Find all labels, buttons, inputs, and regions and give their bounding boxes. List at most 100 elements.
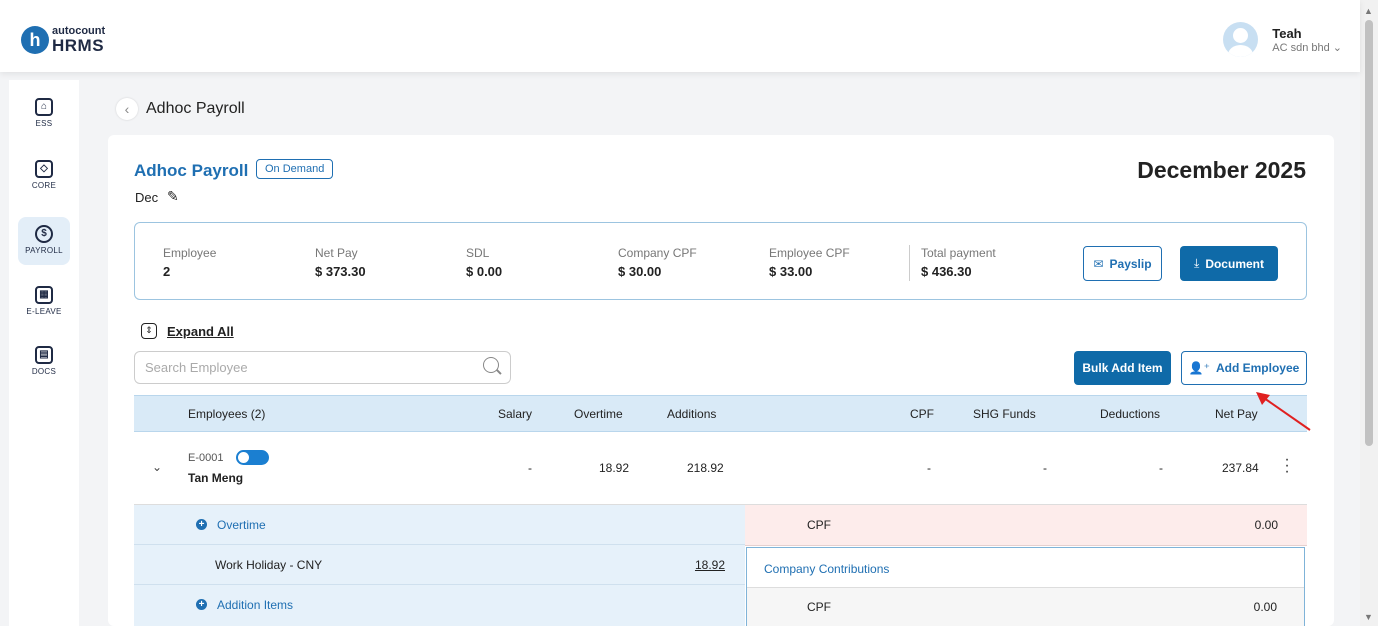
column-header-deductions[interactable]: Deductions	[1100, 407, 1160, 421]
payroll-title: Adhoc Payroll	[134, 161, 249, 180]
bulk-add-item-button[interactable]: Bulk Add Item	[1074, 351, 1171, 385]
cpf-cell: -	[927, 461, 931, 475]
summary-employee-cpf: Employee CPF $ 33.00	[769, 246, 850, 279]
plus-icon[interactable]: +	[196, 599, 207, 610]
search-input[interactable]	[134, 351, 511, 384]
company-contributions-header: Company Contributions	[747, 548, 1304, 588]
overtime-section[interactable]: + Overtime	[134, 505, 745, 545]
summary-value: $ 373.30	[315, 264, 366, 279]
company-cpf-value: 0.00	[1253, 600, 1277, 614]
summary-employee: Employee 2	[163, 246, 216, 279]
expand-icon: ⇕	[141, 323, 157, 339]
payroll-period: December 2025	[1137, 157, 1306, 183]
expand-all-toggle[interactable]: ⇕ Expand All	[141, 323, 234, 339]
sidebar-item-label: ESS	[35, 119, 53, 128]
sidebar-item-eleave[interactable]: ▦ E-LEAVE	[18, 278, 70, 326]
payroll-subtitle: Dec	[135, 190, 159, 205]
overtime-section-label: Overtime	[217, 518, 266, 532]
employee-cpf-row: CPF 0.00	[745, 505, 1307, 546]
column-header-overtime[interactable]: Overtime	[574, 407, 623, 421]
chevron-down-icon[interactable]: ⌄	[152, 460, 162, 474]
sidebar: ⌂ ESS ◇ CORE $ PAYROLL ▦ E-LEAVE ▤ DOCS	[9, 80, 79, 626]
addition-items-label: Addition Items	[217, 598, 294, 612]
calendar-icon: ▦	[35, 286, 53, 304]
core-icon: ◇	[35, 160, 53, 178]
company-name: AC sdn bhd	[1272, 41, 1330, 54]
employee-name: Tan Meng	[188, 471, 244, 485]
scroll-up-icon[interactable]: ▲	[1364, 6, 1373, 16]
sidebar-item-payroll[interactable]: $ PAYROLL	[18, 217, 70, 265]
sidebar-item-docs[interactable]: ▤ DOCS	[18, 338, 70, 386]
docs-icon: ▤	[35, 346, 53, 364]
summary-label: Company CPF	[618, 246, 697, 260]
overtime-item-name: Work Holiday - CNY	[215, 558, 323, 572]
company-contributions-label: Company Contributions	[764, 562, 890, 576]
payslip-label: Payslip	[1109, 256, 1152, 271]
document-label: Document	[1205, 256, 1264, 271]
page-title: Adhoc Payroll	[146, 100, 245, 117]
column-header-cpf[interactable]: CPF	[910, 407, 934, 421]
page-scrollbar[interactable]: ▲ ▼	[1360, 0, 1378, 626]
ess-icon: ⌂	[35, 98, 53, 116]
add-user-icon: 👤⁺	[1188, 361, 1210, 375]
plus-icon[interactable]: +	[196, 519, 207, 530]
employee-code: E-0001	[188, 452, 224, 464]
logo-icon: h	[21, 26, 49, 54]
avatar[interactable]	[1223, 22, 1259, 57]
net-pay-cell: 237.84	[1222, 461, 1259, 475]
user-company[interactable]: AC sdn bhd ⌄	[1272, 41, 1342, 54]
cpf-label: CPF	[807, 518, 831, 532]
column-header-employees[interactable]: Employees (2)	[188, 407, 265, 421]
top-bar: h autocount HRMS Teah AC sdn bhd ⌄	[0, 0, 1360, 72]
payslip-button[interactable]: ✉ Payslip	[1083, 246, 1162, 281]
pencil-icon[interactable]: ✎	[167, 188, 179, 205]
breadcrumb: ‹ Adhoc Payroll	[116, 98, 245, 120]
search-icon[interactable]	[483, 357, 499, 373]
summary-total-payment: Total payment $ 436.30	[921, 246, 996, 279]
addition-items-section[interactable]: + Addition Items	[134, 585, 745, 625]
summary-panel: Employee 2 Net Pay $ 373.30 SDL $ 0.00 C…	[134, 222, 1307, 300]
sidebar-item-ess[interactable]: ⌂ ESS	[18, 90, 70, 138]
deductions-cell: -	[1159, 461, 1163, 475]
table-header: Employees (2) Salary Overtime Additions …	[134, 395, 1307, 432]
overtime-item-value[interactable]: 18.92	[695, 558, 725, 572]
document-button[interactable]: ⤓ Document	[1180, 246, 1278, 281]
sidebar-item-core[interactable]: ◇ CORE	[18, 152, 70, 200]
contributions-detail: CPF 0.00 Company Contributions CPF 0.00	[745, 505, 1307, 626]
app-logo[interactable]: h autocount HRMS	[21, 26, 105, 54]
user-name: Teah	[1272, 25, 1302, 41]
more-options-icon[interactable]: · · ·	[1284, 452, 1290, 480]
scroll-thumb[interactable]	[1365, 20, 1373, 446]
table-row[interactable]: ⌄ E-0001 Tan Meng - 18.92 218.92 - - - 2…	[134, 432, 1307, 505]
mail-icon: ✉	[1093, 256, 1104, 271]
sidebar-item-label: PAYROLL	[25, 246, 63, 255]
summary-sdl: SDL $ 0.00	[466, 246, 502, 279]
logo-bottom-text: HRMS	[52, 36, 105, 55]
divider	[909, 245, 910, 281]
summary-value: $ 0.00	[466, 264, 503, 279]
user-menu[interactable]: Teah AC sdn bhd ⌄	[1223, 22, 1342, 57]
add-employee-label: Add Employee	[1215, 361, 1300, 375]
company-cpf-row: CPF 0.00	[747, 588, 1304, 626]
summary-label: Employee	[163, 246, 217, 260]
column-header-additions[interactable]: Additions	[667, 407, 716, 421]
expand-all-label: Expand All	[167, 323, 234, 339]
scroll-down-icon[interactable]: ▼	[1364, 612, 1373, 622]
list-item: Work Holiday - CNY 18.92	[134, 545, 745, 585]
add-employee-button[interactable]: 👤⁺ Add Employee	[1181, 351, 1307, 385]
earnings-detail: + Overtime Work Holiday - CNY 18.92 + Ad…	[134, 505, 745, 626]
back-button[interactable]: ‹	[116, 98, 138, 120]
column-header-salary[interactable]: Salary	[498, 407, 532, 421]
status-badge: On Demand	[256, 159, 334, 179]
bulk-add-label: Bulk Add Item	[1082, 361, 1163, 375]
download-icon: ⤓	[1194, 256, 1200, 270]
shg-cell: -	[1043, 461, 1047, 475]
company-cpf-label: CPF	[807, 600, 831, 614]
payroll-card: Adhoc Payroll On Demand Dec ✎ December 2…	[108, 135, 1334, 626]
summary-label: Total payment	[921, 246, 996, 260]
column-header-shg-funds[interactable]: SHG Funds	[973, 407, 1036, 421]
summary-value: $ 33.00	[769, 264, 813, 279]
lock-toggle[interactable]	[236, 450, 269, 465]
summary-company-cpf: Company CPF $ 30.00	[618, 246, 697, 279]
company-contributions-panel: Company Contributions CPF 0.00	[746, 547, 1305, 626]
